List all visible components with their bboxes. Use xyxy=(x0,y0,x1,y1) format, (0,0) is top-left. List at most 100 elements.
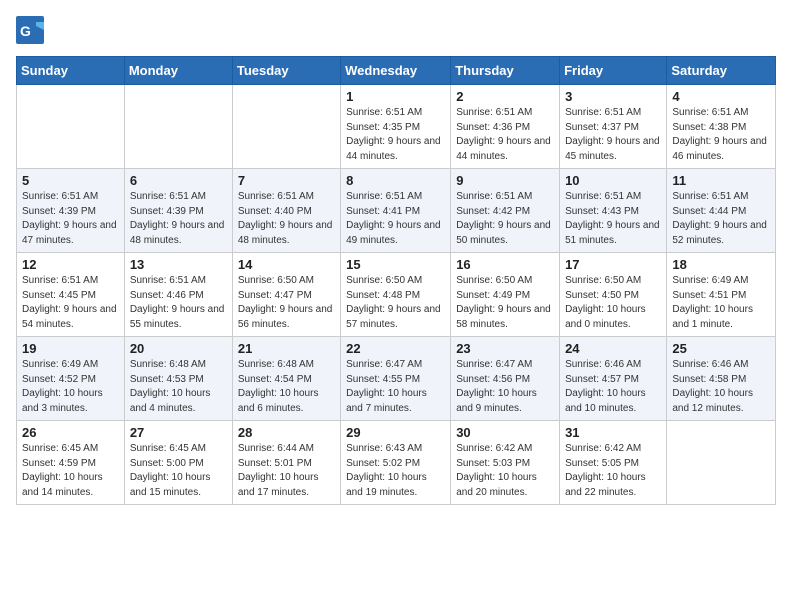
logo: G xyxy=(16,16,46,44)
calendar-cell: 3 Sunrise: 6:51 AM Sunset: 4:37 PM Daylig… xyxy=(560,85,667,169)
calendar-cell: 31 Sunrise: 6:42 AM Sunset: 5:05 PM Dayli… xyxy=(560,421,667,505)
day-detail: Sunrise: 6:51 AM Sunset: 4:38 PM Dayligh… xyxy=(672,106,770,164)
calendar-cell: 10 Sunrise: 6:51 AM Sunset: 4:43 PM Dayli… xyxy=(560,169,667,253)
day-number: 12 xyxy=(22,257,119,272)
calendar-cell xyxy=(667,421,776,505)
day-number: 16 xyxy=(456,257,554,272)
header-thursday: Thursday xyxy=(451,57,560,85)
calendar-table: SundayMondayTuesdayWednesdayThursdayFrid… xyxy=(16,56,776,505)
calendar-cell: 7 Sunrise: 6:51 AM Sunset: 4:40 PM Daylig… xyxy=(232,169,340,253)
calendar-cell: 17Sunrise: 6:50 AM Sunset: 4:50 PM Dayli… xyxy=(560,253,667,337)
day-detail: Sunrise: 6:51 AM Sunset: 4:43 PM Dayligh… xyxy=(565,190,661,248)
calendar-cell: 13 Sunrise: 6:51 AM Sunset: 4:46 PM Dayli… xyxy=(124,253,232,337)
day-number: 6 xyxy=(130,173,227,188)
calendar-cell: 25 Sunrise: 6:46 AM Sunset: 4:58 PM Dayli… xyxy=(667,337,776,421)
header-friday: Friday xyxy=(560,57,667,85)
calendar-cell: 14Sunrise: 6:50 AM Sunset: 4:47 PM Dayli… xyxy=(232,253,340,337)
day-number: 7 xyxy=(238,173,335,188)
day-detail: Sunrise: 6:46 AM Sunset: 4:58 PM Dayligh… xyxy=(672,358,770,416)
header-saturday: Saturday xyxy=(667,57,776,85)
day-number: 14 xyxy=(238,257,335,272)
calendar-cell: 19 Sunrise: 6:49 AM Sunset: 4:52 PM Dayli… xyxy=(17,337,125,421)
day-detail: Sunrise: 6:50 AM Sunset: 4:49 PM Dayligh… xyxy=(456,274,554,332)
calendar-cell: 12 Sunrise: 6:51 AM Sunset: 4:45 PM Dayli… xyxy=(17,253,125,337)
calendar-cell: 2 Sunrise: 6:51 AM Sunset: 4:36 PM Daylig… xyxy=(451,85,560,169)
day-detail: Sunrise: 6:51 AM Sunset: 4:41 PM Dayligh… xyxy=(346,190,445,248)
day-number: 30 xyxy=(456,425,554,440)
week-row-2: 5 Sunrise: 6:51 AM Sunset: 4:39 PM Daylig… xyxy=(17,169,776,253)
day-detail: Sunrise: 6:51 AM Sunset: 4:40 PM Dayligh… xyxy=(238,190,335,248)
day-number: 23 xyxy=(456,341,554,356)
day-detail: Sunrise: 6:51 AM Sunset: 4:35 PM Dayligh… xyxy=(346,106,445,164)
day-detail: Sunrise: 6:46 AM Sunset: 4:57 PM Dayligh… xyxy=(565,358,661,416)
day-detail: Sunrise: 6:45 AM Sunset: 4:59 PM Dayligh… xyxy=(22,442,119,500)
page-header: G xyxy=(16,16,776,44)
week-row-4: 19 Sunrise: 6:49 AM Sunset: 4:52 PM Dayli… xyxy=(17,337,776,421)
day-detail: Sunrise: 6:51 AM Sunset: 4:37 PM Dayligh… xyxy=(565,106,661,164)
day-number: 20 xyxy=(130,341,227,356)
calendar-cell: 27Sunrise: 6:45 AM Sunset: 5:00 PM Dayli… xyxy=(124,421,232,505)
week-row-3: 12 Sunrise: 6:51 AM Sunset: 4:45 PM Dayli… xyxy=(17,253,776,337)
calendar-cell: 16 Sunrise: 6:50 AM Sunset: 4:49 PM Dayli… xyxy=(451,253,560,337)
calendar-cell xyxy=(124,85,232,169)
calendar-cell: 5Sunrise: 6:51 AM Sunset: 4:39 PM Daylig… xyxy=(17,169,125,253)
day-detail: Sunrise: 6:42 AM Sunset: 5:05 PM Dayligh… xyxy=(565,442,661,500)
day-number: 28 xyxy=(238,425,335,440)
header-sunday: Sunday xyxy=(17,57,125,85)
calendar-cell: 22Sunrise: 6:47 AM Sunset: 4:55 PM Dayli… xyxy=(341,337,451,421)
day-detail: Sunrise: 6:51 AM Sunset: 4:46 PM Dayligh… xyxy=(130,274,227,332)
day-number: 29 xyxy=(346,425,445,440)
day-number: 25 xyxy=(672,341,770,356)
calendar-cell: 15Sunrise: 6:50 AM Sunset: 4:48 PM Dayli… xyxy=(341,253,451,337)
day-detail: Sunrise: 6:44 AM Sunset: 5:01 PM Dayligh… xyxy=(238,442,335,500)
day-number: 9 xyxy=(456,173,554,188)
day-detail: Sunrise: 6:49 AM Sunset: 4:51 PM Dayligh… xyxy=(672,274,770,332)
day-number: 1 xyxy=(346,89,445,104)
day-detail: Sunrise: 6:47 AM Sunset: 4:56 PM Dayligh… xyxy=(456,358,554,416)
day-detail: Sunrise: 6:49 AM Sunset: 4:52 PM Dayligh… xyxy=(22,358,119,416)
calendar-cell: 4 Sunrise: 6:51 AM Sunset: 4:38 PM Daylig… xyxy=(667,85,776,169)
day-detail: Sunrise: 6:51 AM Sunset: 4:36 PM Dayligh… xyxy=(456,106,554,164)
day-number: 4 xyxy=(672,89,770,104)
calendar-cell: 28 Sunrise: 6:44 AM Sunset: 5:01 PM Dayli… xyxy=(232,421,340,505)
day-number: 2 xyxy=(456,89,554,104)
calendar-cell: 23 Sunrise: 6:47 AM Sunset: 4:56 PM Dayli… xyxy=(451,337,560,421)
week-row-1: 1 Sunrise: 6:51 AM Sunset: 4:35 PM Daylig… xyxy=(17,85,776,169)
day-number: 13 xyxy=(130,257,227,272)
calendar-cell: 9 Sunrise: 6:51 AM Sunset: 4:42 PM Daylig… xyxy=(451,169,560,253)
calendar-header-row: SundayMondayTuesdayWednesdayThursdayFrid… xyxy=(17,57,776,85)
day-detail: Sunrise: 6:51 AM Sunset: 4:39 PM Dayligh… xyxy=(130,190,227,248)
logo-icon: G xyxy=(16,16,44,44)
day-number: 5 xyxy=(22,173,119,188)
day-number: 8 xyxy=(346,173,445,188)
day-number: 24 xyxy=(565,341,661,356)
day-number: 21 xyxy=(238,341,335,356)
day-number: 26 xyxy=(22,425,119,440)
week-row-5: 26 Sunrise: 6:45 AM Sunset: 4:59 PM Dayli… xyxy=(17,421,776,505)
day-detail: Sunrise: 6:50 AM Sunset: 4:48 PM Dayligh… xyxy=(346,274,445,332)
day-number: 10 xyxy=(565,173,661,188)
day-number: 3 xyxy=(565,89,661,104)
calendar-cell: 29 Sunrise: 6:43 AM Sunset: 5:02 PM Dayli… xyxy=(341,421,451,505)
day-number: 22 xyxy=(346,341,445,356)
calendar-cell xyxy=(17,85,125,169)
svg-text:G: G xyxy=(20,23,31,39)
calendar-cell: 21Sunrise: 6:48 AM Sunset: 4:54 PM Dayli… xyxy=(232,337,340,421)
day-number: 19 xyxy=(22,341,119,356)
header-monday: Monday xyxy=(124,57,232,85)
calendar-cell: 8 Sunrise: 6:51 AM Sunset: 4:41 PM Daylig… xyxy=(341,169,451,253)
day-number: 31 xyxy=(565,425,661,440)
header-tuesday: Tuesday xyxy=(232,57,340,85)
day-number: 27 xyxy=(130,425,227,440)
day-detail: Sunrise: 6:43 AM Sunset: 5:02 PM Dayligh… xyxy=(346,442,445,500)
calendar-cell: 6 Sunrise: 6:51 AM Sunset: 4:39 PM Daylig… xyxy=(124,169,232,253)
header-wednesday: Wednesday xyxy=(341,57,451,85)
day-detail: Sunrise: 6:51 AM Sunset: 4:45 PM Dayligh… xyxy=(22,274,119,332)
calendar-cell: 11 Sunrise: 6:51 AM Sunset: 4:44 PM Dayli… xyxy=(667,169,776,253)
day-number: 17 xyxy=(565,257,661,272)
day-detail: Sunrise: 6:42 AM Sunset: 5:03 PM Dayligh… xyxy=(456,442,554,500)
day-number: 11 xyxy=(672,173,770,188)
calendar-cell: 24 Sunrise: 6:46 AM Sunset: 4:57 PM Dayli… xyxy=(560,337,667,421)
day-detail: Sunrise: 6:51 AM Sunset: 4:44 PM Dayligh… xyxy=(672,190,770,248)
day-detail: Sunrise: 6:51 AM Sunset: 4:42 PM Dayligh… xyxy=(456,190,554,248)
